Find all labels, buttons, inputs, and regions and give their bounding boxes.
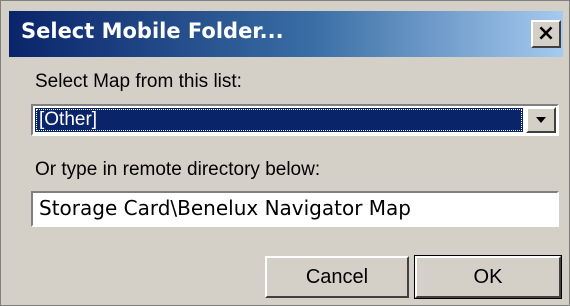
remote-dir-label: Or type in remote directory below:: [35, 159, 321, 180]
ok-button[interactable]: OK: [414, 255, 562, 299]
close-button[interactable]: ×: [531, 20, 561, 48]
close-icon: ×: [536, 21, 556, 46]
remote-directory-input[interactable]: Storage Card\Benelux Navigator Map: [31, 191, 559, 227]
map-select-value: [Other]: [35, 108, 523, 132]
chevron-down-icon: [536, 117, 546, 123]
map-select-dropdown[interactable]: [Other]: [31, 104, 559, 136]
dropdown-button[interactable]: [526, 107, 556, 133]
select-mobile-folder-dialog: Select Mobile Folder... × Select Map fro…: [0, 0, 570, 306]
title-bar[interactable]: Select Mobile Folder... ×: [9, 11, 563, 57]
cancel-button[interactable]: Cancel: [265, 256, 409, 298]
window-title: Select Mobile Folder...: [21, 19, 284, 43]
map-select-label: Select Map from this list:: [35, 71, 242, 92]
